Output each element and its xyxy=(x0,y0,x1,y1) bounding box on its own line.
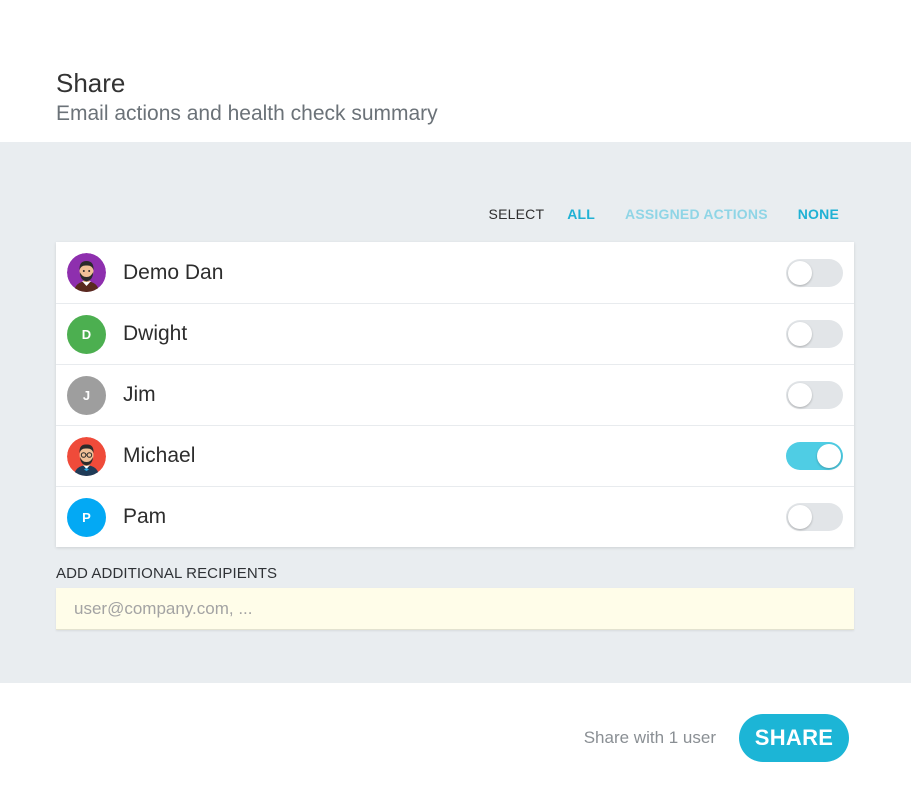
dialog-header: Share Email actions and health check sum… xyxy=(0,0,911,142)
dialog-footer: Share with 1 user SHARE xyxy=(0,683,911,787)
user-name: Demo Dan xyxy=(123,260,224,284)
glasses-man-avatar-icon xyxy=(67,436,106,476)
additional-recipients-label: ADD ADDITIONAL RECIPIENTS xyxy=(56,565,278,582)
user-row-michael[interactable]: Michael xyxy=(56,425,854,486)
user-row-pam[interactable]: P Pam xyxy=(56,486,854,547)
toggle-knob xyxy=(817,444,841,468)
dialog-subtitle: Email actions and health check summary xyxy=(56,102,438,125)
toggle-knob xyxy=(788,383,812,407)
user-name: Dwight xyxy=(123,322,188,345)
share-button[interactable]: SHARE xyxy=(739,714,849,762)
toggle-knob xyxy=(788,322,812,346)
select-label: SELECT xyxy=(488,206,545,222)
additional-recipients-input[interactable] xyxy=(56,588,854,630)
avatar-demo-dan xyxy=(67,253,106,292)
share-count-text: Share with 1 user xyxy=(583,728,716,747)
user-name: Jim xyxy=(123,383,156,406)
share-toggle[interactable] xyxy=(786,503,843,531)
select-all-button[interactable]: ALL xyxy=(567,206,595,222)
share-toggle[interactable] xyxy=(786,442,843,470)
user-name: Michael xyxy=(123,444,196,467)
share-toggle[interactable] xyxy=(786,320,843,348)
select-bar: SELECT ALL ASSIGNED ACTIONS NONE xyxy=(489,204,839,224)
share-toggle[interactable] xyxy=(786,258,843,287)
user-row-dwight[interactable]: D Dwight xyxy=(56,303,854,364)
avatar-pam: P xyxy=(67,497,106,537)
toggle-knob xyxy=(788,505,812,529)
toggle-knob xyxy=(788,260,812,285)
avatar-dwight: D xyxy=(67,314,106,354)
avatar-michael xyxy=(67,436,106,476)
select-none-button[interactable]: NONE xyxy=(798,206,839,222)
user-row-demo-dan[interactable]: Demo Dan xyxy=(56,242,854,303)
bearded-man-avatar-icon xyxy=(67,253,106,292)
user-name: Pam xyxy=(123,505,167,528)
select-assigned-actions-button[interactable]: ASSIGNED ACTIONS xyxy=(625,206,768,222)
user-list: Demo Dan D Dwight J Jim Michael P Pam xyxy=(56,242,854,547)
share-toggle[interactable] xyxy=(786,381,843,409)
avatar-jim: J xyxy=(67,375,106,415)
dialog-title: Share xyxy=(56,68,126,98)
user-row-jim[interactable]: J Jim xyxy=(56,364,854,425)
